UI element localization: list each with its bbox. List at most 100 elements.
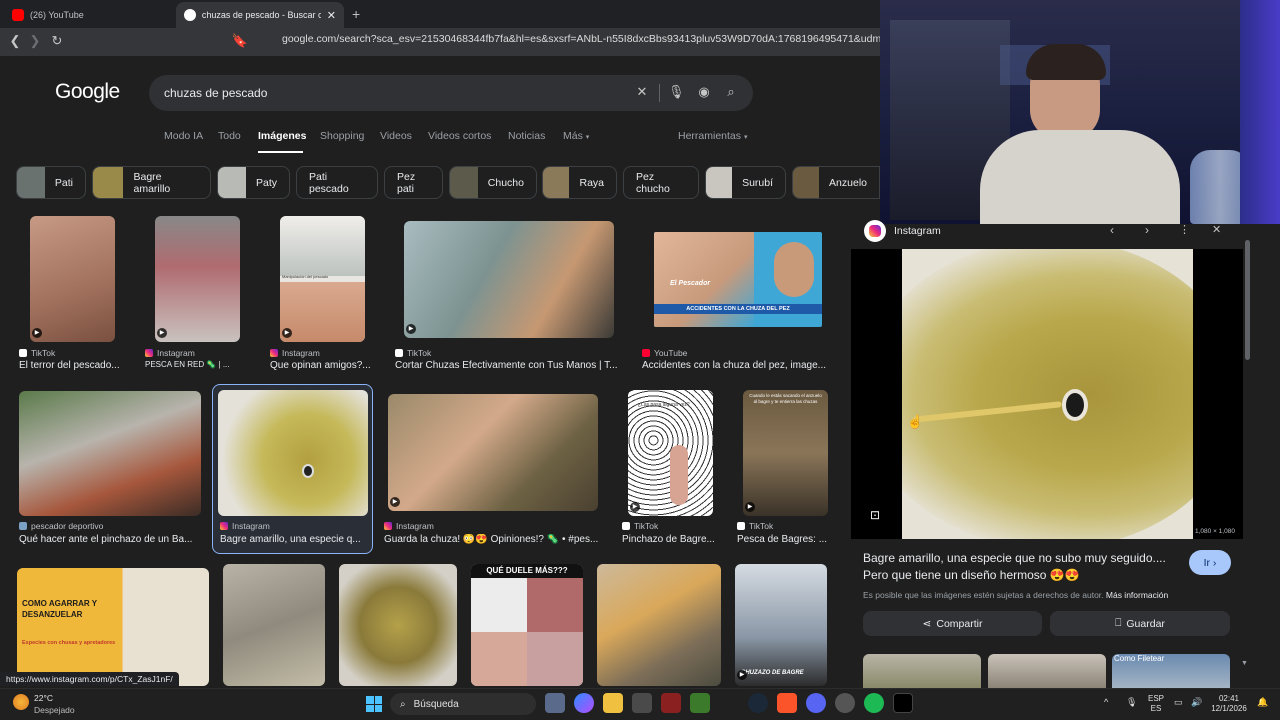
tab-videos-cortos[interactable]: Videos cortos xyxy=(428,130,491,142)
lens-icon[interactable]: ◉ xyxy=(696,84,712,100)
result-image[interactable]: Cuando le estás sacando el anzuelo al ba… xyxy=(743,390,828,516)
visit-button[interactable]: Ir › xyxy=(1189,550,1231,575)
result-image[interactable]: ¿Las pasa alguna vez? ▶ xyxy=(628,390,713,516)
chip-raya[interactable]: Raya xyxy=(542,166,617,199)
chip-pez-pati[interactable]: Pez pati xyxy=(384,166,443,199)
weather-status[interactable]: Despejado xyxy=(34,705,75,715)
tray-expand-icon[interactable]: ^ xyxy=(1104,697,1108,707)
copilot-icon[interactable] xyxy=(574,693,594,713)
clear-search-icon[interactable]: ✕ xyxy=(634,84,650,100)
previous-icon[interactable]: ‹ xyxy=(1110,223,1114,237)
result-image[interactable]: ▶ xyxy=(404,221,614,338)
scroll-down-icon[interactable]: ▼ xyxy=(1241,660,1248,667)
result-image[interactable]: QUÉ DUELE MÁS??? xyxy=(471,564,583,686)
app-icon[interactable] xyxy=(835,693,855,713)
share-button[interactable]: ⋖ Compartir xyxy=(863,611,1042,636)
panel-source[interactable]: Instagram xyxy=(894,225,941,237)
result-image[interactable] xyxy=(339,564,457,686)
language-indicator[interactable]: ESP ES xyxy=(1144,694,1168,714)
tab-youtube[interactable]: (26) YouTube xyxy=(4,2,174,28)
chip-bagre-amarillo[interactable]: Bagre amarillo xyxy=(92,166,211,199)
result-image[interactable] xyxy=(223,564,325,686)
more-info-link[interactable]: Más información xyxy=(1106,590,1168,600)
clock[interactable]: 02:41 12/1/2026 xyxy=(1205,694,1253,714)
result-title[interactable]: Pinchazo de Bagre... xyxy=(622,534,722,545)
tab-imagenes[interactable]: Imágenes xyxy=(258,130,306,142)
more-options-icon[interactable]: ⋮ xyxy=(1179,223,1190,236)
weather-icon[interactable] xyxy=(13,694,29,710)
lens-search-icon[interactable]: ⊡ xyxy=(866,508,884,526)
preview-image[interactable] xyxy=(902,249,1193,539)
weather-temp[interactable]: 22°C xyxy=(34,693,53,703)
tab-todo[interactable]: Todo xyxy=(218,130,241,142)
result-image[interactable]: ▶ xyxy=(30,216,115,342)
related-image[interactable] xyxy=(988,654,1106,688)
app-icon[interactable] xyxy=(690,693,710,713)
result-image[interactable]: CHUZAZO DE BAGRE ▶ xyxy=(735,564,827,686)
result-image[interactable]: ▶ xyxy=(155,216,240,342)
search-query[interactable]: chuzas de pescado xyxy=(164,86,267,100)
result-title[interactable]: Pesca de Bagres: ... xyxy=(737,534,837,545)
chip-pati-pescado[interactable]: Pati pescado xyxy=(296,166,378,199)
related-image[interactable]: Como Filetear xyxy=(1112,654,1230,688)
result-image[interactable] xyxy=(19,391,201,516)
app-icon[interactable] xyxy=(661,693,681,713)
tab-google-search[interactable]: chuzas de pescado - Buscar con Go ✕ xyxy=(176,2,344,28)
gallery-app-icon[interactable] xyxy=(545,693,565,713)
result-image[interactable] xyxy=(218,390,368,516)
tab-modo-ia[interactable]: Modo IA xyxy=(164,130,203,142)
result-image[interactable]: Manipulación del pescado ▶ xyxy=(280,216,365,342)
panel-scrollbar[interactable] xyxy=(1245,240,1250,360)
search-icon[interactable]: ⌕ xyxy=(723,84,739,100)
result-title[interactable]: Qué hacer ante el pinchazo de un Ba... xyxy=(19,534,204,545)
discord-icon[interactable] xyxy=(806,693,826,713)
volume-icon[interactable]: 🔊 xyxy=(1191,697,1202,708)
result-title[interactable]: Que opinan amigos?... xyxy=(270,360,380,371)
google-logo[interactable]: Google xyxy=(55,80,120,104)
result-image[interactable] xyxy=(597,564,721,686)
app-icon[interactable] xyxy=(719,693,739,713)
result-image[interactable]: COMO AGARRAR Y DESANZUELAR Especies con … xyxy=(17,568,209,686)
address-bar[interactable]: google.com/search?sca_esv=21530468344fb7… xyxy=(282,33,880,45)
tab-noticias[interactable]: Noticias xyxy=(508,130,545,142)
tiktok-icon[interactable] xyxy=(893,693,913,713)
chip-pati[interactable]: Pati xyxy=(16,166,86,199)
windows-start-icon[interactable] xyxy=(366,696,382,712)
related-image[interactable] xyxy=(863,654,981,688)
save-button[interactable]: ⎕ Guardar xyxy=(1050,611,1230,636)
spotify-icon[interactable] xyxy=(864,693,884,713)
tab-mas[interactable]: Más ▾ xyxy=(563,130,589,142)
result-title[interactable]: PESCA EN RED 🦠 | ... xyxy=(145,360,255,369)
microphone-icon[interactable]: 🎙 xyxy=(668,84,685,100)
chip-chucho[interactable]: Chucho xyxy=(449,166,537,199)
taskbar-search[interactable]: ⌕ Búsqueda xyxy=(390,693,536,715)
notifications-icon[interactable]: 🔔 xyxy=(1257,697,1268,708)
chip-anzuelo[interactable]: Anzuelo xyxy=(792,166,880,199)
result-image[interactable]: ▶ xyxy=(388,394,598,511)
site-info-icon[interactable] xyxy=(258,32,276,50)
result-title[interactable]: Cortar Chuzas Efectivamente con Tus Mano… xyxy=(395,360,625,371)
close-tab-icon[interactable]: ✕ xyxy=(327,9,336,22)
chip-paty[interactable]: Paty xyxy=(217,166,290,199)
tab-shopping[interactable]: Shopping xyxy=(320,130,364,142)
forward-icon[interactable]: ❯ xyxy=(26,32,44,50)
result-title[interactable]: El terror del pescado... xyxy=(19,360,129,371)
brave-browser-icon[interactable] xyxy=(777,693,797,713)
back-icon[interactable]: ❮ xyxy=(6,32,24,50)
result-title[interactable]: Guarda la chuza! 😳😍 Opiniones!? 🦠 • #pes… xyxy=(384,534,609,545)
new-tab-icon[interactable]: + xyxy=(352,6,360,22)
result-title[interactable]: Accidentes con la chuza del pez, image..… xyxy=(642,360,832,371)
result-title[interactable]: Bagre amarillo, una especie q... xyxy=(220,534,370,545)
tools-button[interactable]: Herramientas ▾ xyxy=(678,130,747,142)
close-panel-icon[interactable]: ✕ xyxy=(1212,223,1221,236)
microphone-icon[interactable]: 🎙 xyxy=(1126,697,1137,708)
steam-icon[interactable] xyxy=(748,693,768,713)
network-icon[interactable]: ▭ xyxy=(1174,697,1183,708)
tab-videos[interactable]: Videos xyxy=(380,130,412,142)
chip-pez-chucho[interactable]: Pez chucho xyxy=(623,166,699,199)
preview-caption[interactable]: Bagre amarillo, una especie que no subo … xyxy=(863,550,1173,584)
next-icon[interactable]: › xyxy=(1145,223,1149,237)
chip-surubi[interactable]: Surubí xyxy=(705,166,786,199)
file-explorer-icon[interactable] xyxy=(603,693,623,713)
result-image[interactable]: El Pescador ACCIDENTES CON LA CHUZA DEL … xyxy=(654,232,822,327)
